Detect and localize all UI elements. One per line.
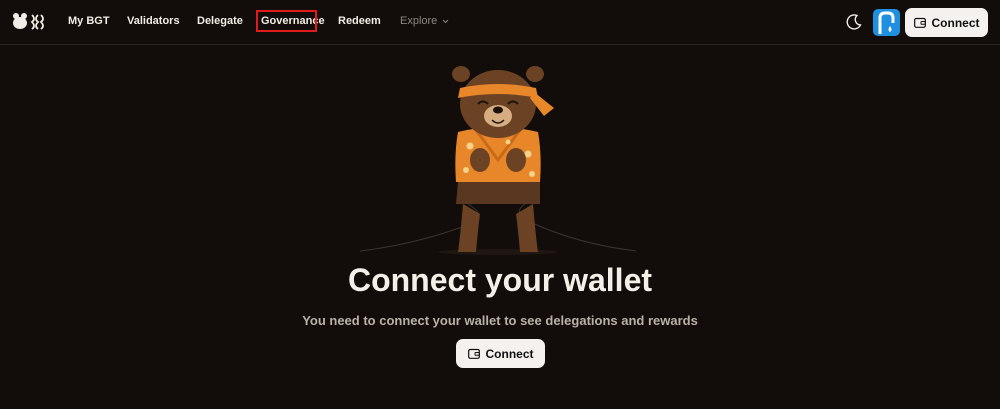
- nav-redeem[interactable]: Redeem: [338, 15, 381, 27]
- chevron-down-icon: [443, 19, 449, 23]
- connect-button-header[interactable]: Connect: [905, 8, 988, 37]
- nav-explore-label: Explore: [400, 15, 438, 27]
- top-navigation-bar: My BGT Validators Delegate Governance Re…: [0, 0, 1000, 45]
- nav-explore[interactable]: Explore: [400, 15, 449, 27]
- connect-label: Connect: [485, 346, 534, 361]
- wallet-avatar[interactable]: [873, 9, 900, 36]
- drop-logo-icon: [878, 11, 895, 34]
- connect-label: Connect: [931, 15, 980, 30]
- wallet-icon: [467, 348, 480, 359]
- nav-validators[interactable]: Validators: [127, 15, 180, 27]
- bear-illustration: [359, 66, 637, 255]
- page-title: Connect your wallet: [347, 262, 653, 298]
- bear-paw-logo-icon[interactable]: [12, 12, 48, 32]
- governance-highlight-box: [256, 10, 317, 32]
- wallet-icon: [913, 17, 926, 28]
- moon-icon[interactable]: [845, 13, 863, 31]
- page-subtitle: You need to connect your wallet to see d…: [302, 313, 698, 328]
- nav-my-bgt[interactable]: My BGT: [68, 15, 110, 27]
- connect-button-main[interactable]: Connect: [456, 339, 545, 368]
- nav-delegate[interactable]: Delegate: [197, 15, 243, 27]
